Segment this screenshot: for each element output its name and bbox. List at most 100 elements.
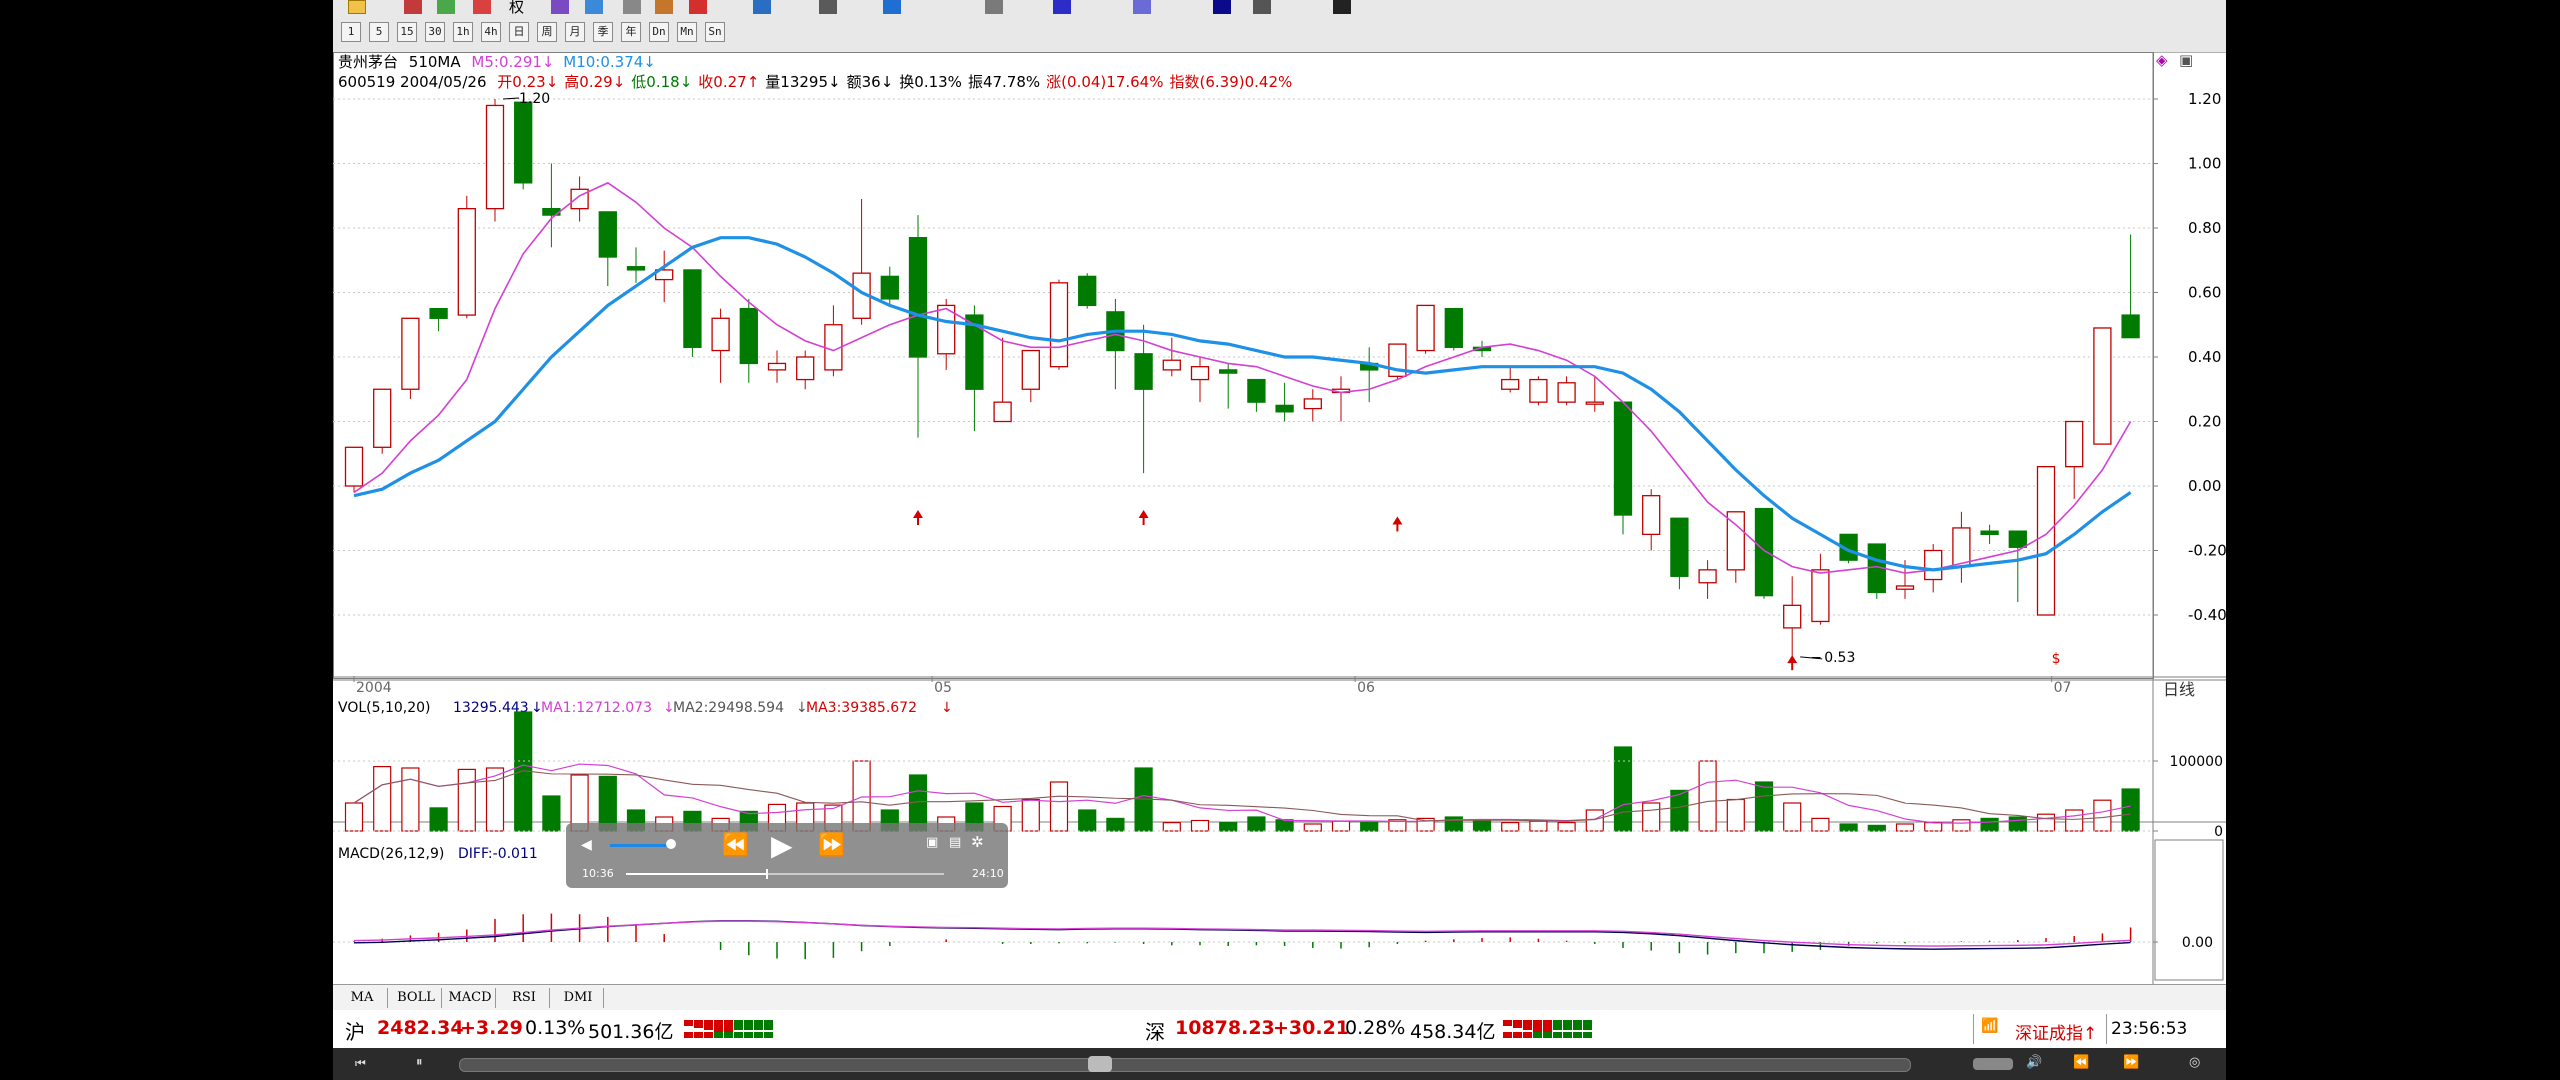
quote-arrow-3: ↑ — [746, 73, 760, 91]
period-button-1[interactable]: 5 — [369, 22, 389, 42]
toolbar-icon-9[interactable] — [689, 0, 707, 14]
ticker-text: 深证成指↑ — [2015, 1024, 2098, 1044]
quote-8: 涨 — [1046, 73, 1062, 91]
period-button-8[interactable]: 月 — [565, 22, 585, 42]
breadth-bar — [1503, 1032, 1512, 1038]
seek-bar[interactable] — [459, 1058, 1911, 1072]
period-button-7[interactable]: 周 — [537, 22, 557, 42]
toolbar-icon-5[interactable] — [551, 0, 569, 14]
breadth-bar — [694, 1020, 703, 1028]
breadth-bar — [724, 1032, 733, 1038]
toolbar-icon-4[interactable] — [473, 0, 491, 14]
breadth-bar — [764, 1020, 773, 1030]
breadth-bar — [684, 1032, 693, 1038]
toolbar-icon-11[interactable] — [819, 0, 837, 14]
volume-bar — [1275, 819, 1294, 832]
play-icon[interactable]: ▶ — [771, 829, 793, 862]
pip-icon[interactable]: ▣ — [926, 835, 938, 850]
candle-body — [739, 307, 758, 365]
toolbar-icon-1[interactable] — [348, 0, 366, 14]
toolbar-icon-3[interactable] — [437, 0, 455, 14]
toolbar-icon-12[interactable] — [883, 0, 901, 14]
tab-ma[interactable]: MA — [337, 988, 388, 1008]
period-button-0[interactable]: 1 — [341, 22, 361, 42]
period-button-3[interactable]: 30 — [425, 22, 445, 42]
progress-knob[interactable] — [765, 869, 768, 879]
period-button-10[interactable]: 年 — [621, 22, 641, 42]
volume-knob[interactable] — [666, 839, 676, 849]
toolbar-icon-10[interactable] — [753, 0, 771, 14]
candle-body — [373, 388, 392, 448]
toolbar-icon-16[interactable] — [1213, 0, 1231, 14]
rewind-icon[interactable]: ⏪ — [722, 833, 749, 858]
volume-bar — [344, 802, 364, 832]
toolbar-icon-13[interactable] — [985, 0, 1003, 14]
period-button-4[interactable]: 1h — [453, 22, 473, 42]
breadth-bar — [704, 1020, 713, 1030]
period-button-5[interactable]: 4h — [481, 22, 501, 42]
breadth-bar — [1573, 1020, 1582, 1030]
volume-bar — [1444, 816, 1463, 832]
quote-value-9: (6.39)0.42% — [1199, 73, 1293, 91]
toolbar-icon-18[interactable] — [1333, 0, 1351, 14]
period-button-9[interactable]: 季 — [593, 22, 613, 42]
period-button-2[interactable]: 15 — [397, 22, 417, 42]
tab-macd[interactable]: MACD — [445, 988, 496, 1008]
toolbar-icon-15[interactable] — [1133, 0, 1151, 14]
breadth-bar — [1553, 1020, 1562, 1030]
volume-slider[interactable] — [610, 844, 670, 847]
event-arrow-marker — [1392, 516, 1403, 525]
tab-rsi[interactable]: RSI — [499, 988, 550, 1008]
candle-body — [1162, 359, 1181, 371]
volume-bar — [1613, 746, 1633, 832]
toolbar-icon-6[interactable] — [585, 0, 603, 14]
candle-body — [1698, 569, 1717, 584]
candle-body — [2008, 530, 2027, 548]
indicator-name: 510MA — [408, 53, 461, 71]
next-icon[interactable]: ⏩ — [2123, 1055, 2139, 1070]
clock: 23:56:53 — [2111, 1019, 2188, 1039]
period-button-11[interactable]: Dn — [649, 22, 669, 42]
quote-value-1: 0.29 — [579, 73, 613, 91]
player-volume-bar[interactable] — [1973, 1058, 2013, 1070]
breadth-bar — [684, 1020, 693, 1026]
player-settings-icon[interactable]: ◎ — [2189, 1055, 2200, 1070]
toolbar-icon-14[interactable] — [1053, 0, 1071, 14]
volume-bar — [401, 767, 420, 832]
total-time: 24:10 — [972, 867, 1004, 880]
volume-bar — [1867, 824, 1886, 832]
tab-dmi[interactable]: DMI — [553, 988, 604, 1008]
tab-boll[interactable]: BOLL — [391, 988, 442, 1008]
period-button-6[interactable]: 日 — [509, 22, 529, 42]
sh-index: 2482.34 — [377, 1017, 464, 1039]
subtitles-icon[interactable]: ▤ — [949, 835, 961, 850]
seek-knob[interactable] — [1088, 1056, 1112, 1072]
candle-body — [1585, 401, 1604, 405]
volume-bar — [1021, 798, 1040, 832]
toolbar-icon-7[interactable] — [623, 0, 641, 14]
candle-body — [1190, 366, 1210, 381]
volume-icon[interactable]: ◀ — [581, 837, 592, 853]
toolbar-period: 1 5 15 30 1h 4h 日周月季年 Dn Mn Sn — [333, 14, 2226, 53]
volume-bar — [2093, 799, 2112, 832]
candle-body — [598, 211, 617, 258]
volume-bar — [1049, 781, 1069, 832]
candle-body — [1557, 382, 1576, 403]
toolbar-icon-8[interactable] — [655, 0, 673, 14]
settings-gear-icon[interactable]: ✲ — [971, 833, 984, 851]
player-volume-icon[interactable]: 🔊 — [2026, 1055, 2042, 1070]
breadth-bar — [714, 1020, 723, 1032]
pause-icon[interactable]: ⏸ — [416, 1055, 423, 1070]
macd-diff: DIFF:-0.011 — [458, 846, 538, 862]
volume-bar — [1811, 817, 1830, 832]
prev-icon[interactable]: ⏪ — [2073, 1055, 2089, 1070]
candle-body — [514, 101, 533, 184]
toolbar-icon-2[interactable] — [404, 0, 422, 14]
period-button-12[interactable]: Mn — [677, 22, 697, 42]
toolbar-icon-17[interactable] — [1253, 0, 1271, 14]
skip-back-icon[interactable]: ⏮ — [355, 1056, 366, 1071]
candle-body — [1754, 507, 1774, 597]
period-button-13[interactable]: Sn — [705, 22, 725, 42]
fast-forward-icon[interactable]: ⏩ — [818, 833, 845, 858]
quote-arrow-5: ↓ — [880, 73, 894, 91]
